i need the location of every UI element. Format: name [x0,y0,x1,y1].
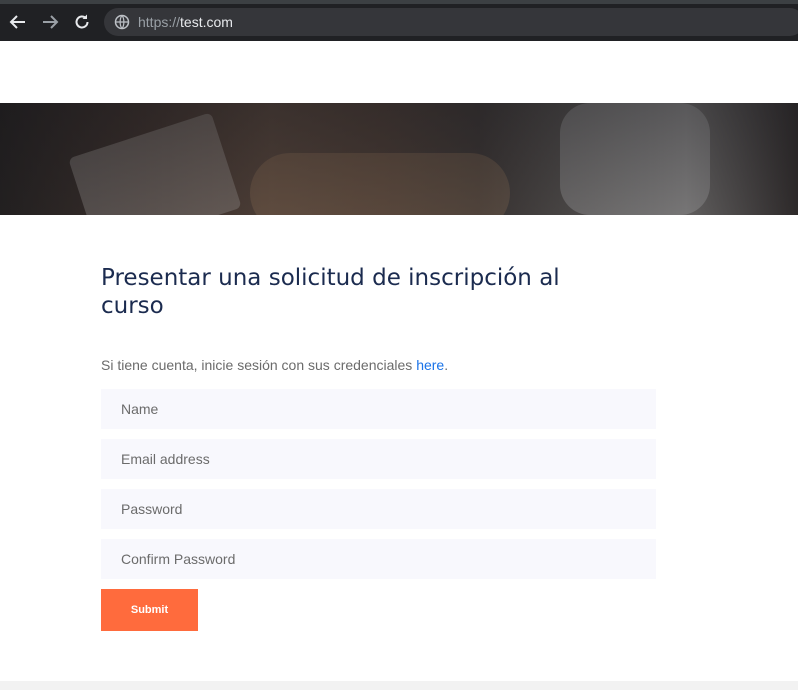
address-bar[interactable]: https://test.com [104,8,798,36]
url-scheme: https:// [138,14,181,30]
password-input[interactable] [101,489,656,529]
browser-toolbar: https://test.com [0,0,798,41]
login-link[interactable]: here [416,357,444,373]
forward-arrow-icon[interactable] [38,10,62,34]
footer-divider [0,681,798,690]
site-info-icon[interactable] [114,14,130,30]
login-prompt: Si tiene cuenta, inicie sesión con sus c… [101,357,448,373]
site-header [0,41,798,103]
url-text: https://test.com [138,14,233,30]
submit-button[interactable]: Submit [101,589,198,631]
name-input[interactable] [101,389,656,429]
url-host: test.com [180,14,233,30]
reload-icon[interactable] [70,10,94,34]
confirm-password-input[interactable] [101,539,656,579]
login-prompt-text: Si tiene cuenta, inicie sesión con sus c… [101,357,417,373]
login-prompt-end: . [444,357,449,373]
back-arrow-icon[interactable] [6,10,30,34]
email-input[interactable] [101,439,656,479]
hero-banner-image [0,103,798,215]
page-title: Presentar una solicitud de inscripción a… [101,265,560,319]
